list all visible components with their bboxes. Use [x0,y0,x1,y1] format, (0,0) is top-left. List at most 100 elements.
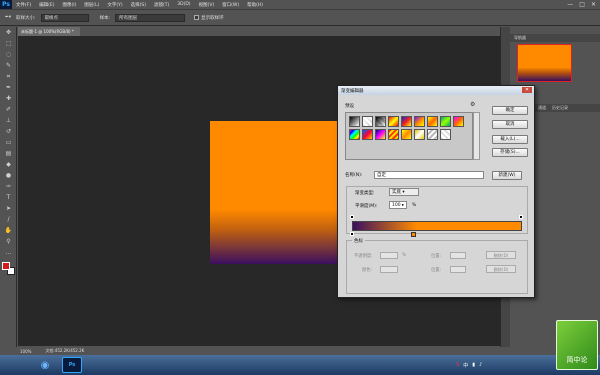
menu-image[interactable]: 图像(I) [58,2,80,8]
preset-swatch[interactable] [427,129,438,140]
color-swatches[interactable] [2,262,16,276]
preset-swatch[interactable] [427,116,438,127]
hand-tool-icon[interactable]: ✋ [0,225,17,236]
sample-size-select[interactable]: 取样点 [40,13,89,22]
color-midpoint-stop[interactable] [411,232,416,237]
volume-icon[interactable]: ♪ [479,362,482,368]
presets-grid [345,112,473,160]
marquee-tool-icon[interactable]: ⬚ [0,38,17,49]
menu-edit[interactable]: 编辑(E) [35,2,58,8]
stamp-tool-icon[interactable]: ⊥ [0,115,17,126]
opacity-stop-right[interactable] [519,215,523,219]
document-tab[interactable]: 未标题-1 @ 100%(RGB/8) * [18,27,80,36]
healing-tool-icon[interactable]: ✚ [0,93,17,104]
preset-swatch[interactable] [453,116,464,127]
smoothness-input[interactable]: 100 ▸ [389,201,407,209]
tab-channels[interactable]: 通道 [538,105,546,111]
blur-tool-icon[interactable]: ◆ [0,159,17,170]
gradient-preview-bar[interactable] [352,221,522,231]
preset-swatch[interactable] [349,129,360,140]
menu-layer[interactable]: 图层(L) [80,2,103,8]
close-button[interactable]: ✕ [591,1,596,8]
preset-swatch[interactable] [414,129,425,140]
preset-swatch[interactable] [362,129,373,140]
start-button[interactable]: ◉ [34,355,56,375]
eraser-tool-icon[interactable]: ▭ [0,137,17,148]
photoshop-logo[interactable]: Ps [0,0,12,9]
preset-swatch[interactable] [414,116,425,127]
maximize-button[interactable]: □ [579,1,585,8]
eyedropper-tool-icon[interactable]: ✒ [0,82,17,93]
ime-icon[interactable]: S [456,362,459,368]
gradient-tool-icon[interactable]: ▤ [0,148,17,159]
gear-icon[interactable]: ⚙ [470,101,475,108]
more-tools-icon[interactable]: … [0,247,17,258]
preset-swatch[interactable] [375,129,386,140]
gradient-type-select[interactable]: 实底 ▾ [389,188,419,196]
ok-button[interactable]: 确定 [492,106,528,115]
taskbar-photoshop[interactable]: Ps [62,357,82,373]
color-location-field[interactable] [450,266,466,273]
presets-scrollbar[interactable] [473,112,480,160]
preset-swatch[interactable] [388,129,399,140]
delete-color-stop-button[interactable]: 删除(D) [486,265,516,273]
opacity-stop-left[interactable] [350,215,354,219]
network-icon[interactable]: ▮ [472,362,475,368]
opacity-field[interactable] [380,252,398,259]
preset-swatch[interactable] [401,129,412,140]
show-ring-checkbox[interactable]: 显示取样环 [194,15,224,21]
foreground-color-swatch[interactable] [2,262,10,270]
preset-swatch[interactable] [401,116,412,127]
delete-opacity-stop-button[interactable]: 删除(D) [486,251,516,259]
menu-window[interactable]: 窗口(W) [218,2,243,8]
preset-swatch[interactable] [440,129,451,140]
dialog-titlebar[interactable]: 渐变编辑器 [338,86,534,95]
preset-swatch[interactable] [349,116,360,127]
menu-type[interactable]: 文字(Y) [103,2,126,8]
document-tab-title: 未标题-1 @ 100%(RGB/8) * [21,28,74,34]
lasso-tool-icon[interactable]: ◌ [0,49,17,60]
options-bar: ✒▾ 取样大小: 取样点 样本: 所有图层 显示取样环 [0,9,600,26]
path-select-tool-icon[interactable]: ➤ [0,203,17,214]
document-canvas[interactable] [210,121,346,264]
status-bar: 100% 文档:452.2K/452.2K [18,347,500,355]
preset-swatch[interactable] [375,116,386,127]
new-button[interactable]: 新建(W) [492,171,522,180]
cancel-button[interactable]: 取消 [492,120,528,129]
name-input[interactable]: 自定 [374,171,484,179]
menu-3d[interactable]: 3D(D) [173,2,194,7]
load-button[interactable]: 载入(L)... [492,135,528,144]
save-button[interactable]: 存储(S)... [492,148,528,157]
dialog-close-button[interactable]: ✕ [522,87,532,93]
menu-filter[interactable]: 滤镜(T) [150,2,173,8]
type-tool-icon[interactable]: T [0,192,17,203]
shape-tool-icon[interactable]: / [0,214,17,225]
dodge-tool-icon[interactable]: ● [0,170,17,181]
tab-history[interactable]: 历史记录 [552,105,568,111]
color-stop-left[interactable] [350,232,354,236]
menu-file[interactable]: 文件(F) [12,2,35,8]
sample-select[interactable]: 所有图层 [115,13,186,22]
menu-select[interactable]: 选择(S) [127,2,150,8]
preset-swatch[interactable] [362,116,373,127]
color-swatch-field[interactable] [380,266,398,273]
pen-tool-icon[interactable]: ✑ [0,181,17,192]
minimize-button[interactable]: — [567,1,573,8]
move-tool-icon[interactable]: ✥ [0,27,17,38]
navigator-thumbnail[interactable] [517,44,572,82]
menu-view[interactable]: 视图(V) [195,2,219,8]
preset-swatch[interactable] [440,116,451,127]
zoom-tool-icon[interactable]: ⚲ [0,236,17,247]
crop-tool-icon[interactable]: ⌗ [0,71,17,82]
preset-swatch[interactable] [388,116,399,127]
eyedropper-icon[interactable]: ✒▾ [5,15,11,20]
history-brush-icon[interactable]: ↺ [0,126,17,137]
zoom-level[interactable]: 100% [20,349,31,354]
navigator-tab[interactable]: 导航器 [510,34,600,42]
quick-select-tool-icon[interactable]: ✎ [0,60,17,71]
language-icon[interactable]: 中 [463,362,468,369]
opacity-location-field[interactable] [450,252,466,259]
menu-help[interactable]: 帮助(H) [243,2,267,8]
brush-tool-icon[interactable]: ✐ [0,104,17,115]
window-controls: — □ ✕ [567,0,596,9]
